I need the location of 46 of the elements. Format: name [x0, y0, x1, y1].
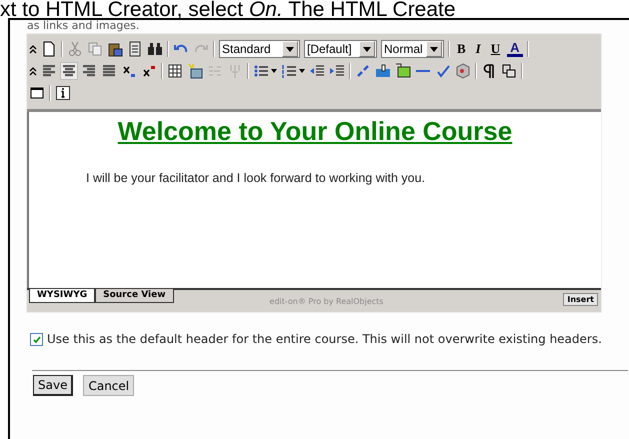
- numbered-list-icon[interactable]: [281, 63, 297, 79]
- paste-icon[interactable]: [107, 41, 123, 57]
- pilcrow-icon[interactable]: [481, 63, 497, 79]
- caret-icon[interactable]: [299, 69, 305, 73]
- checkbox[interactable]: [30, 333, 43, 346]
- superscript-icon[interactable]: [141, 63, 157, 79]
- document-icon[interactable]: [127, 41, 143, 57]
- image-icon[interactable]: [395, 63, 411, 79]
- welcome-text: I will be your facilitator and I look forward to working with you.: [86, 171, 426, 185]
- insert-table-icon[interactable]: [187, 63, 203, 79]
- size-dropdown[interactable]: Normal: [381, 40, 444, 58]
- align-icon[interactable]: [101, 63, 117, 79]
- collapse-icon[interactable]: [29, 66, 37, 76]
- format-button[interactable]: I: [472, 41, 484, 57]
- spellcheck-icon[interactable]: [435, 63, 451, 79]
- caret-icon: [286, 46, 294, 52]
- instruction-text: xt to HTML Creator, select On. The HTML Create: [0, 0, 457, 18]
- credit-text: edit-on® Pro by RealObjects: [270, 297, 384, 306]
- caret-icon: [363, 46, 371, 52]
- caret-icon: [430, 46, 438, 52]
- editing-area[interactable]: Welcome to Your Online Course I will be your facilitator and I look forward to working with you.: [27, 112, 601, 288]
- checkbox-label: Use this as the default header for the entire course. This will not overwrite existing headers.: [47, 331, 603, 348]
- cancel-button[interactable]: Cancel: [83, 375, 134, 396]
- intro-text: as links and images.: [26, 20, 140, 32]
- editor-tab[interactable]: WYSIWYG: [29, 289, 96, 303]
- bullet-list-icon[interactable]: [253, 63, 269, 79]
- format-button[interactable]: U: [488, 41, 504, 57]
- binoculars-icon[interactable]: [147, 41, 163, 57]
- collapse-icon[interactable]: [29, 44, 37, 54]
- page-layers-icon[interactable]: [501, 63, 517, 79]
- save-button[interactable]: Save: [33, 375, 74, 396]
- course-title: Welcome to Your Online Course: [118, 116, 512, 147]
- style-dropdown[interactable]: Standard: [219, 40, 300, 58]
- align-icon[interactable]: [61, 63, 77, 79]
- caret-icon[interactable]: [271, 69, 277, 73]
- window-icon[interactable]: [29, 85, 45, 101]
- font-dropdown[interactable]: [Default]: [304, 40, 377, 58]
- new-document-icon[interactable]: [41, 41, 57, 57]
- info-icon[interactable]: [55, 85, 71, 101]
- align-icon[interactable]: [81, 63, 97, 79]
- table-icon[interactable]: [167, 63, 183, 79]
- format-button[interactable]: A: [507, 42, 523, 56]
- insert-button[interactable]: Insert: [563, 293, 598, 306]
- format-button[interactable]: B: [454, 41, 469, 57]
- align-icon[interactable]: [41, 63, 57, 79]
- editor-tab[interactable]: Source View: [95, 289, 174, 303]
